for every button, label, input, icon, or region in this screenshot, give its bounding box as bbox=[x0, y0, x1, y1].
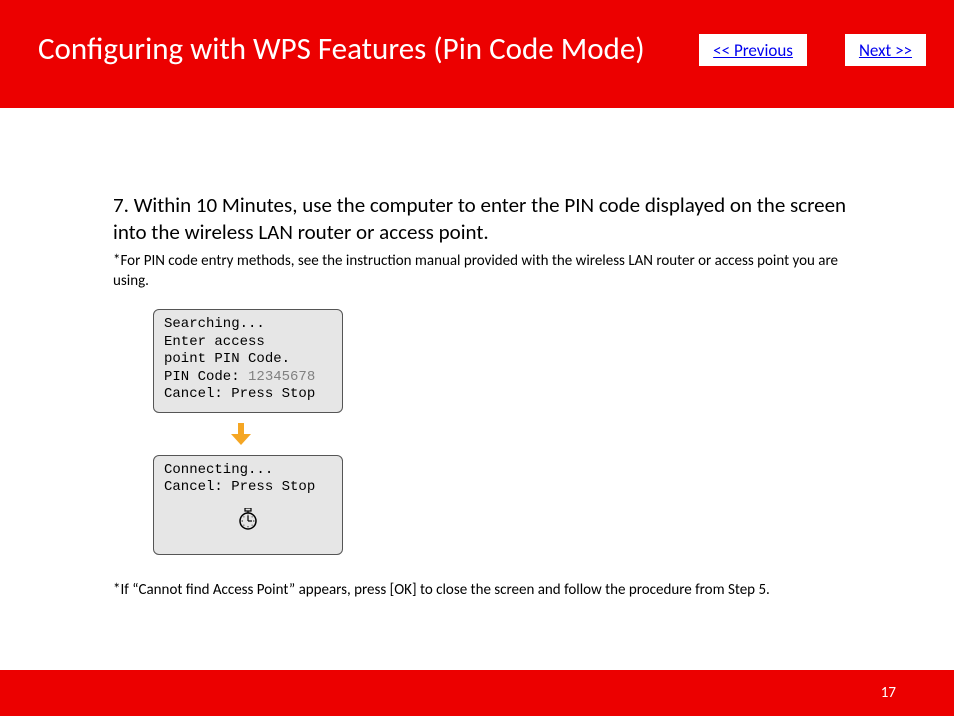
lcd-line: point PIN Code. bbox=[164, 351, 332, 369]
next-button[interactable]: Next >> bbox=[845, 34, 926, 66]
nav-buttons: << Previous Next >> bbox=[699, 20, 926, 66]
page-title: Configuring with WPS Features (Pin Code … bbox=[38, 20, 645, 68]
footer-bar: 17 bbox=[0, 670, 954, 716]
content-area: 7. Within 10 Minutes, use the computer t… bbox=[0, 108, 954, 670]
note-cannot-find: *If “Cannot find Access Point” appears, … bbox=[113, 581, 874, 599]
lcd-screen-connecting: Connecting... Cancel: Press Stop bbox=[153, 455, 343, 555]
stopwatch-icon bbox=[238, 508, 258, 537]
lcd-line: Cancel: Press Stop bbox=[164, 479, 332, 497]
lcd-line: PIN Code: 12345678 bbox=[164, 369, 332, 387]
pin-code-value: 12345678 bbox=[248, 369, 315, 385]
note-pin-entry: *For PIN code entry methods, see the ins… bbox=[113, 251, 874, 292]
lcd-line: Enter access bbox=[164, 334, 332, 352]
lcd-line: Cancel: Press Stop bbox=[164, 386, 332, 404]
lcd-line: Connecting... bbox=[164, 462, 332, 480]
previous-button[interactable]: << Previous bbox=[699, 34, 807, 66]
lcd-screen-searching: Searching... Enter access point PIN Code… bbox=[153, 309, 343, 413]
page-number: 17 bbox=[881, 684, 896, 702]
down-arrow-icon bbox=[231, 423, 874, 445]
step-instruction: 7. Within 10 Minutes, use the computer t… bbox=[113, 192, 874, 247]
lcd-line: Searching... bbox=[164, 316, 332, 334]
header-bar: Configuring with WPS Features (Pin Code … bbox=[0, 0, 954, 108]
